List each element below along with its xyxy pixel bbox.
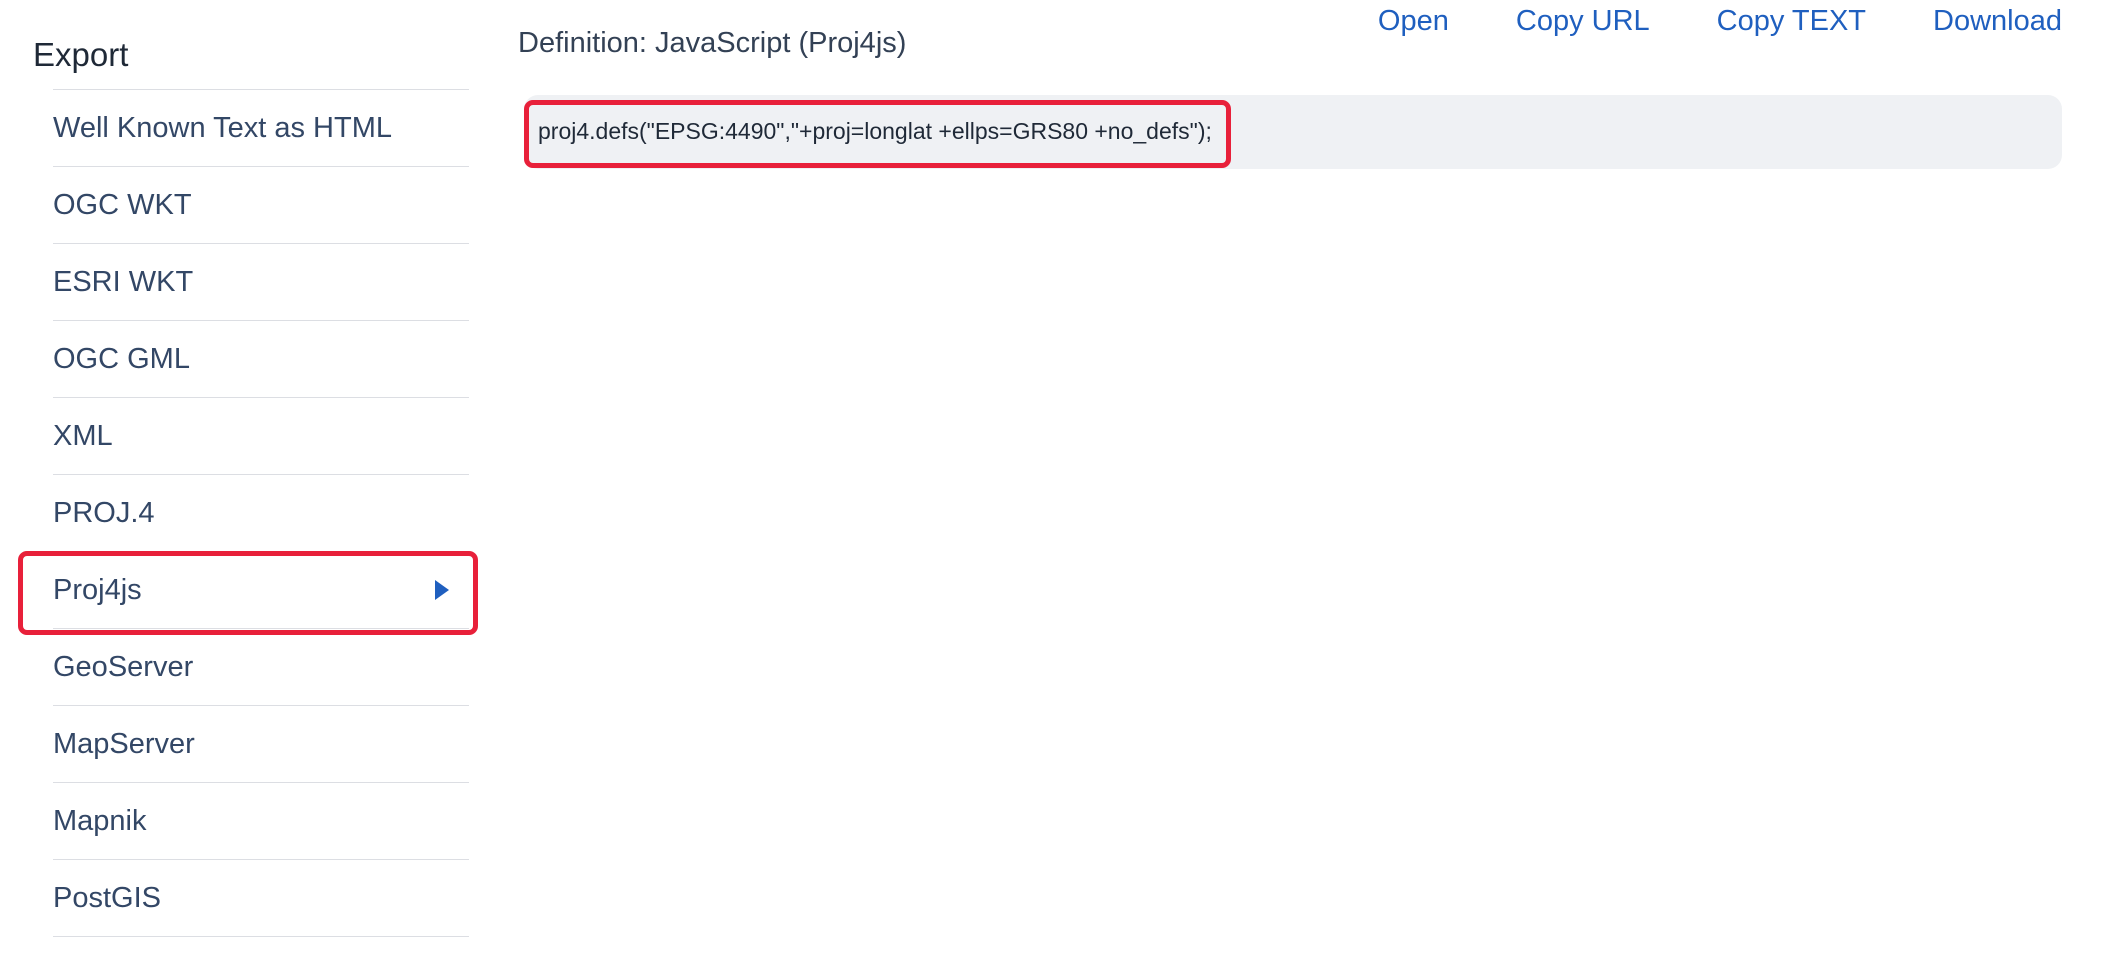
sidebar-item-label: GeoServer xyxy=(53,650,194,683)
sidebar-item-label: Proj4js xyxy=(53,573,142,606)
sidebar-item-proj4js[interactable]: Proj4js xyxy=(53,552,469,629)
definition-title: Definition: JavaScript (Proj4js) xyxy=(518,27,907,59)
play-arrow-icon xyxy=(435,580,449,600)
sidebar-item-label: XML xyxy=(53,419,113,452)
sidebar-item-esri-wkt[interactable]: ESRI WKT xyxy=(53,244,469,321)
sidebar-item-label: OGC WKT xyxy=(53,188,192,221)
sidebar-item-xml[interactable]: XML xyxy=(53,398,469,475)
sidebar-item-mapserver[interactable]: MapServer xyxy=(53,706,469,783)
sidebar-list: Well Known Text as HTML OGC WKT ESRI WKT… xyxy=(53,89,469,937)
sidebar-item-ogc-gml[interactable]: OGC GML xyxy=(53,321,469,398)
sidebar-title: Export xyxy=(33,36,129,73)
open-link[interactable]: Open xyxy=(1378,5,1449,38)
sidebar-item-label: Mapnik xyxy=(53,804,147,837)
sidebar-item-label: OGC GML xyxy=(53,342,190,375)
code-text[interactable]: proj4.defs("EPSG:4490","+proj=longlat +e… xyxy=(538,118,1212,145)
sidebar-item-proj4[interactable]: PROJ.4 xyxy=(53,475,469,552)
sidebar-item-mapnik[interactable]: Mapnik xyxy=(53,783,469,860)
sidebar-item-label: ESRI WKT xyxy=(53,265,194,298)
sidebar-item-label: MapServer xyxy=(53,727,195,760)
sidebar-item-label: Well Known Text as HTML xyxy=(53,111,392,144)
copy-text-link[interactable]: Copy TEXT xyxy=(1717,5,1866,38)
copy-url-link[interactable]: Copy URL xyxy=(1516,5,1650,38)
download-link[interactable]: Download xyxy=(1933,5,2062,38)
sidebar-item-postgis[interactable]: PostGIS xyxy=(53,860,469,937)
page: Export Well Known Text as HTML OGC WKT E… xyxy=(0,0,2106,958)
sidebar-item-label: PostGIS xyxy=(53,881,161,914)
sidebar-item-label: PROJ.4 xyxy=(53,496,155,529)
sidebar-item-geoserver[interactable]: GeoServer xyxy=(53,629,469,706)
action-bar: Open Copy URL Copy TEXT Download xyxy=(1378,5,2062,38)
sidebar-item-wkt-html[interactable]: Well Known Text as HTML xyxy=(53,90,469,167)
sidebar-item-ogc-wkt[interactable]: OGC WKT xyxy=(53,167,469,244)
